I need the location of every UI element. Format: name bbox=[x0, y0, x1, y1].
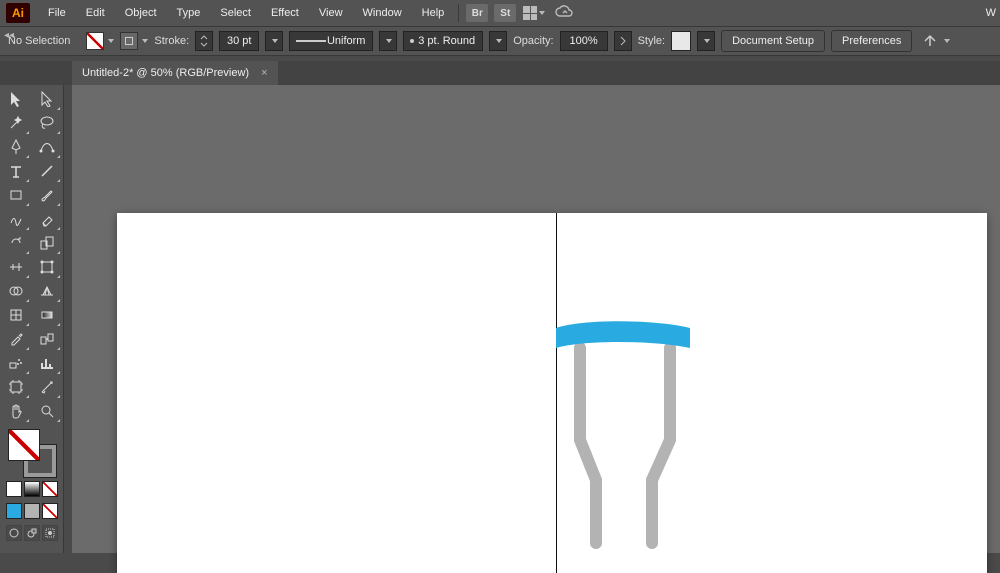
tool-line-segment[interactable] bbox=[34, 159, 62, 183]
tool-rotate[interactable] bbox=[2, 231, 30, 255]
menu-object[interactable]: Object bbox=[115, 0, 167, 26]
control-bar: No Selection Stroke: 30 pt Uniform 3 pt.… bbox=[0, 26, 1000, 56]
tool-panel bbox=[0, 85, 64, 553]
tool-curvature[interactable] bbox=[34, 135, 62, 159]
menu-type[interactable]: Type bbox=[167, 0, 211, 26]
flyout-stub bbox=[0, 61, 72, 85]
tool-eyedropper[interactable] bbox=[2, 327, 30, 351]
stroke-weight-dropdown[interactable] bbox=[265, 31, 283, 51]
fill-stroke-proxy[interactable] bbox=[8, 429, 56, 477]
artwork-svg bbox=[117, 213, 417, 363]
menu-effect[interactable]: Effect bbox=[261, 0, 309, 26]
menu-bar: Ai File Edit Object Type Select Effect V… bbox=[0, 0, 1000, 26]
variable-width-profile[interactable]: Uniform bbox=[289, 31, 373, 51]
artboard[interactable] bbox=[117, 213, 987, 573]
menu-edit[interactable]: Edit bbox=[76, 0, 115, 26]
document-setup-button[interactable]: Document Setup bbox=[721, 30, 825, 52]
document-tab-bar: Untitled-2* @ 50% (RGB/Preview) × bbox=[72, 61, 1000, 85]
opacity-field[interactable]: 100% bbox=[560, 31, 608, 51]
tool-free-transform[interactable] bbox=[34, 255, 62, 279]
color-mode-button[interactable] bbox=[6, 481, 22, 497]
tab-close-icon[interactable]: × bbox=[261, 67, 267, 79]
bridge-icon[interactable]: Br bbox=[466, 4, 488, 22]
preferences-button[interactable]: Preferences bbox=[831, 30, 912, 52]
tool-direct-selection[interactable] bbox=[34, 87, 62, 111]
profile-dropdown[interactable] bbox=[379, 31, 397, 51]
tool-slice[interactable] bbox=[34, 375, 62, 399]
tool-type[interactable] bbox=[2, 159, 30, 183]
tool-symbol-sprayer[interactable] bbox=[2, 351, 30, 375]
align-to-menu[interactable] bbox=[922, 33, 950, 49]
none-mode-button[interactable] bbox=[42, 481, 58, 497]
selection-status: No Selection bbox=[8, 35, 70, 47]
brush-definition[interactable]: 3 pt. Round bbox=[403, 31, 483, 51]
tool-eraser[interactable] bbox=[34, 207, 62, 231]
graphic-style-swatch[interactable] bbox=[671, 31, 691, 51]
panel-collapse-icon[interactable]: ◂◂ bbox=[4, 30, 14, 41]
stroke-weight-stepper[interactable] bbox=[195, 31, 213, 51]
tool-gradient[interactable] bbox=[34, 303, 62, 327]
tool-pen[interactable] bbox=[2, 135, 30, 159]
tool-width[interactable] bbox=[2, 255, 30, 279]
tool-artboard[interactable] bbox=[2, 375, 30, 399]
draw-behind-button[interactable] bbox=[24, 525, 40, 541]
tool-blend[interactable] bbox=[34, 327, 62, 351]
arrange-documents[interactable] bbox=[519, 6, 549, 20]
recent-swatch-1[interactable] bbox=[6, 503, 22, 519]
tool-rectangle[interactable] bbox=[2, 183, 30, 207]
stroke-dropdown[interactable] bbox=[142, 39, 148, 43]
crutch-leg-right bbox=[652, 348, 670, 543]
tool-magic-wand[interactable] bbox=[2, 111, 30, 135]
tool-paintbrush[interactable] bbox=[34, 183, 62, 207]
fill-dropdown[interactable] bbox=[108, 39, 114, 43]
stroke-weight-field[interactable]: 30 pt bbox=[219, 31, 259, 51]
tool-shaper[interactable] bbox=[2, 207, 30, 231]
stroke-label: Stroke: bbox=[154, 35, 189, 47]
tool-selection[interactable] bbox=[2, 87, 30, 111]
tool-hand[interactable] bbox=[2, 399, 30, 423]
center-guide bbox=[556, 213, 557, 573]
sync-icon[interactable] bbox=[555, 5, 573, 22]
menu-help[interactable]: Help bbox=[412, 0, 455, 26]
stroke-swatch[interactable] bbox=[120, 32, 138, 50]
menu-select[interactable]: Select bbox=[210, 0, 261, 26]
menu-window[interactable]: Window bbox=[353, 0, 412, 26]
fill-swatch[interactable] bbox=[86, 32, 104, 50]
tool-mesh[interactable] bbox=[2, 303, 30, 327]
style-label: Style: bbox=[638, 35, 666, 47]
tab-title: Untitled-2* @ 50% (RGB/Preview) bbox=[82, 67, 249, 79]
gradient-mode-button[interactable] bbox=[24, 481, 40, 497]
tool-lasso[interactable] bbox=[34, 111, 62, 135]
tool-column-graph[interactable] bbox=[34, 351, 62, 375]
opacity-label: Opacity: bbox=[513, 35, 553, 47]
recent-swatch-none[interactable] bbox=[42, 503, 58, 519]
brush-dropdown[interactable] bbox=[489, 31, 507, 51]
opacity-dropdown[interactable] bbox=[614, 31, 632, 51]
recent-swatches bbox=[0, 503, 63, 519]
canvas-area[interactable] bbox=[72, 85, 1000, 553]
draw-normal-button[interactable] bbox=[6, 525, 22, 541]
crutch-leg-left bbox=[580, 348, 596, 543]
stock-icon[interactable]: St bbox=[494, 4, 516, 22]
draw-inside-button[interactable] bbox=[42, 525, 58, 541]
menu-view[interactable]: View bbox=[309, 0, 353, 26]
tool-zoom[interactable] bbox=[34, 399, 62, 423]
tool-perspective-grid[interactable] bbox=[34, 279, 62, 303]
tool-shape-builder[interactable] bbox=[2, 279, 30, 303]
workspace-switcher[interactable]: W bbox=[986, 0, 1000, 26]
document-tab[interactable]: Untitled-2* @ 50% (RGB/Preview) × bbox=[72, 61, 278, 85]
style-dropdown[interactable] bbox=[697, 31, 715, 51]
recent-swatch-2[interactable] bbox=[24, 503, 40, 519]
fill-proxy[interactable] bbox=[8, 429, 40, 461]
menu-file[interactable]: File bbox=[38, 0, 76, 26]
crutch-cap bbox=[556, 321, 690, 348]
tool-scale[interactable] bbox=[34, 231, 62, 255]
app-logo: Ai bbox=[6, 3, 30, 23]
